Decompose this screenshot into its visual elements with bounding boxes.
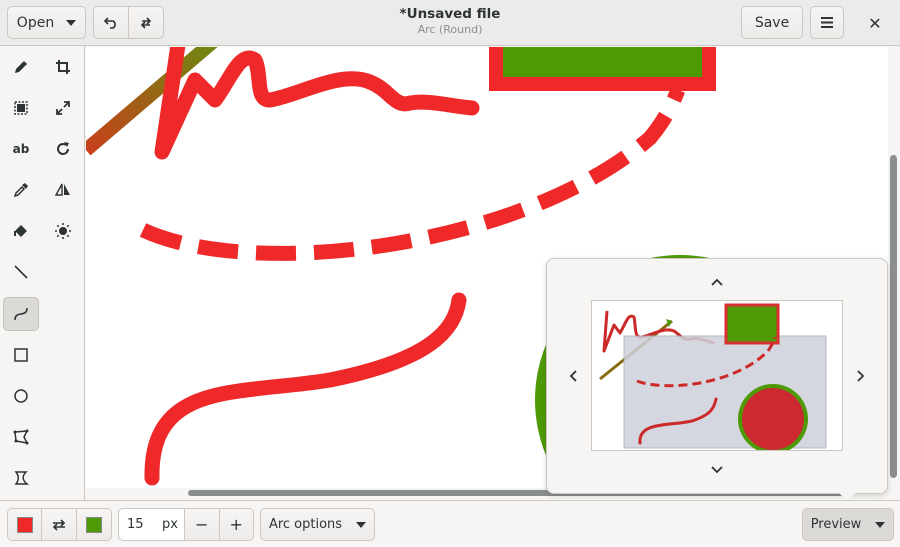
tool-pencil[interactable] — [3, 50, 39, 84]
arc-options-label: Arc options — [268, 517, 343, 532]
main-menu-button[interactable] — [810, 6, 844, 39]
flip-icon — [55, 183, 70, 196]
window-title-box: *Unsaved file Arc (Round) — [300, 6, 600, 36]
crop-icon — [56, 60, 70, 74]
tool-text[interactable]: ab — [3, 132, 39, 166]
gradient-line-stroke — [86, 47, 218, 156]
size-decrease-button[interactable]: − — [185, 509, 220, 540]
tool-rect-select[interactable] — [3, 91, 39, 125]
secondary-color-swatch — [86, 516, 102, 533]
redo-button[interactable] — [129, 7, 164, 38]
size-increase-button[interactable]: + — [220, 509, 254, 540]
tool-size-field[interactable]: 15 px — [119, 509, 185, 540]
tool-arc[interactable] — [3, 297, 39, 331]
redo-icon — [140, 16, 151, 29]
scale-icon — [56, 101, 70, 115]
tool-paint-bucket[interactable] — [3, 214, 39, 248]
preview-thumbnail[interactable] — [591, 300, 843, 451]
tool-sidebar: ab — [0, 46, 85, 500]
preview-left-button[interactable] — [561, 364, 585, 388]
dashed-arc-stroke — [139, 87, 685, 261]
tool-rectangle[interactable] — [3, 338, 39, 372]
tool-size-value: 15 — [127, 517, 144, 532]
close-icon: ✕ — [868, 13, 882, 33]
text-icon: ab — [12, 142, 30, 156]
polygon-icon — [13, 429, 29, 445]
hamburger-menu-icon — [821, 17, 833, 28]
rect-select-icon — [14, 101, 28, 115]
window-subtitle: Arc (Round) — [417, 23, 483, 36]
line-icon — [14, 265, 28, 279]
close-button[interactable]: ✕ — [858, 9, 892, 37]
arc-options-button[interactable]: Arc options — [260, 508, 375, 541]
color-group — [7, 508, 112, 541]
tool-scale[interactable] — [45, 91, 81, 125]
tool-size-unit: px — [162, 517, 178, 532]
circle-icon — [14, 389, 28, 403]
pencil-icon — [15, 61, 27, 73]
tool-rotate[interactable] — [45, 132, 81, 166]
save-label: Save — [754, 14, 790, 31]
chevron-up-icon — [711, 278, 723, 286]
secondary-color-button[interactable] — [77, 509, 111, 540]
chevron-down-icon — [711, 466, 723, 474]
main-color-swatch — [16, 516, 33, 533]
preview-right-button[interactable] — [849, 364, 873, 388]
rectangle-icon — [14, 348, 28, 362]
undo-redo-group — [93, 6, 164, 39]
chevron-down-icon — [356, 521, 367, 528]
chevron-left-icon — [569, 370, 577, 382]
open-label: Open — [16, 14, 55, 31]
minus-icon: − — [195, 515, 209, 534]
tool-filters[interactable] — [45, 214, 81, 248]
preview-up-button[interactable] — [705, 270, 729, 294]
preview-label: Preview — [810, 517, 862, 532]
exchange-colors-button[interactable] — [42, 509, 77, 540]
tool-free-shape[interactable] — [3, 461, 39, 495]
tool-polygon[interactable] — [3, 420, 39, 454]
open-button[interactable]: Open — [7, 6, 86, 39]
size-group: 15 px − + — [118, 508, 254, 541]
freehand-stroke — [154, 47, 480, 160]
main-color-button[interactable] — [8, 509, 42, 540]
preview-button[interactable]: Preview — [802, 508, 894, 541]
bottom-bar: 15 px − + Arc options Preview — [0, 500, 900, 547]
tool-flip[interactable] — [45, 173, 81, 207]
window-title: *Unsaved file — [399, 6, 501, 22]
header-bar: Open *Unsaved file Arc (Round) Save ✕ — [0, 0, 900, 46]
undo-button[interactable] — [94, 7, 129, 38]
tool-circle[interactable] — [3, 379, 39, 413]
undo-icon — [103, 16, 116, 29]
arc-icon — [14, 307, 28, 321]
free-shape-icon — [14, 471, 29, 485]
chevron-down-icon — [875, 521, 886, 528]
plus-icon: + — [229, 515, 243, 534]
eyedropper-icon — [13, 183, 28, 198]
paint-bucket-icon — [14, 225, 27, 237]
chevron-right-icon — [857, 370, 865, 382]
vertical-scroll-thumb[interactable] — [890, 155, 897, 478]
brightness-icon — [55, 223, 71, 239]
arc-curve-stroke — [144, 292, 467, 486]
rotate-icon — [57, 142, 69, 155]
preview-thumbnail-drawing — [599, 303, 827, 450]
save-button[interactable]: Save — [741, 6, 803, 39]
swap-colors-icon — [52, 518, 66, 531]
tool-line[interactable] — [3, 255, 39, 289]
chevron-down-icon — [66, 19, 77, 26]
tool-color-picker[interactable] — [3, 173, 39, 207]
red-green-rectangle — [489, 47, 716, 91]
tool-crop[interactable] — [45, 50, 81, 84]
preview-down-button[interactable] — [705, 458, 729, 482]
